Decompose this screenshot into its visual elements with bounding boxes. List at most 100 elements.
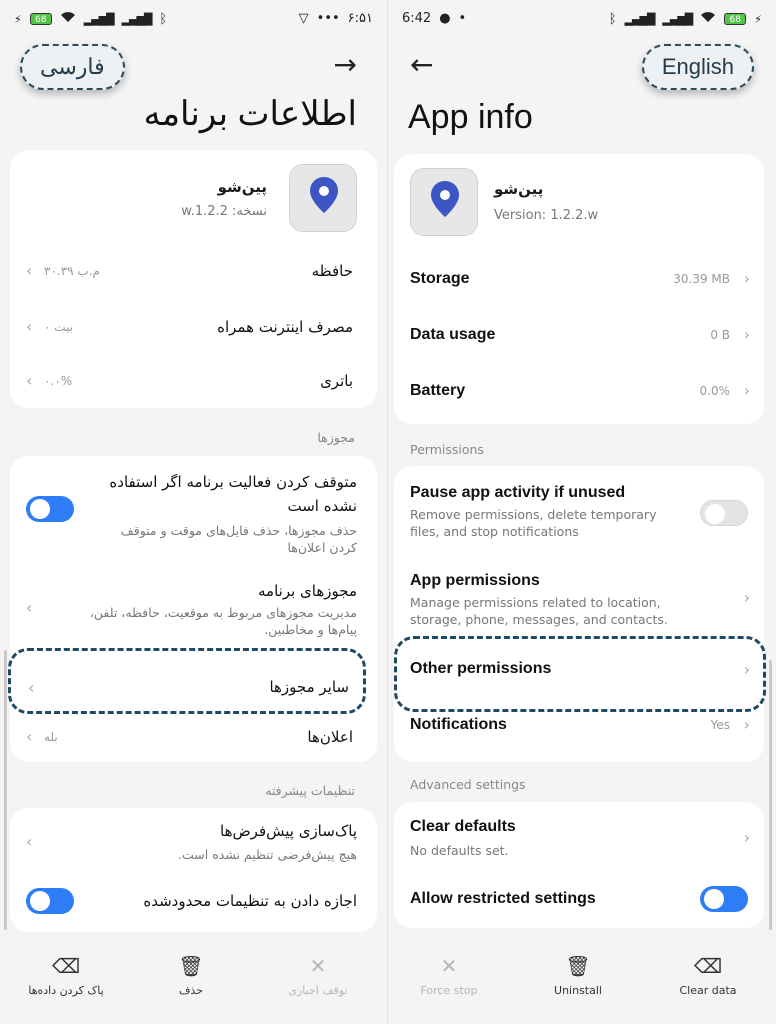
pause-activity-toggle[interactable] xyxy=(26,496,74,522)
app-icon xyxy=(410,168,478,236)
bottom-action-bar: ✕ Force stop 🗑 Uninstall ⌫ Clear data xyxy=(388,940,776,1024)
permissions-header: Permissions xyxy=(410,442,484,457)
battery-row[interactable]: Battery 0.0% › xyxy=(394,370,764,414)
data-usage-value: ۰ بیت xyxy=(44,320,74,334)
battery-label: Battery xyxy=(410,382,466,399)
restricted-settings-title: Allow restricted settings xyxy=(410,890,596,907)
app-permissions-title: مجوزهای برنامه xyxy=(258,582,357,600)
restricted-settings-toggle[interactable] xyxy=(26,888,74,914)
notifications-label: اعلان‌ها xyxy=(307,728,353,746)
wifi-icon xyxy=(60,11,76,27)
advanced-header: تنظیمات پیشرفته xyxy=(265,783,355,798)
uninstall-label: Uninstall xyxy=(554,984,602,997)
app-version: نسخه: w.1.2.2 xyxy=(181,204,267,219)
app-permissions-row[interactable]: مجوزهای برنامه مدیریت مجوزهای مربوط به م… xyxy=(10,578,377,646)
status-time: ۶:۵۱ xyxy=(347,11,373,26)
clear-defaults-row[interactable]: پاک‌سازی پیش‌فرض‌ها هیچ پیش‌فرضی تنظیم ن… xyxy=(10,820,377,870)
restricted-settings-row[interactable]: Allow restricted settings xyxy=(394,882,764,922)
clear-data-label: Clear data xyxy=(679,984,737,997)
storage-row[interactable]: Storage 30.39 MB › xyxy=(394,258,764,302)
pause-activity-title: متوقف کردن فعالیت برنامه اگر استفاده نشد… xyxy=(109,473,357,515)
battery-value: ۰.۰% xyxy=(44,374,73,388)
chevron-left-icon: ‹ xyxy=(26,598,33,617)
chevron-right-icon: › xyxy=(743,588,750,607)
uninstall-button[interactable]: 🗑 Uninstall xyxy=(528,954,628,997)
clear-defaults-subtitle: هیچ پیش‌فرضی تنظیم نشده است. xyxy=(178,847,357,862)
battery-value: 0.0% xyxy=(699,384,731,398)
highlight-other-permissions xyxy=(8,648,366,714)
notifications-value: Yes xyxy=(710,718,730,732)
notifications-row[interactable]: اعلان‌ها بله ‹ xyxy=(10,720,377,760)
restricted-settings-title: اجازه دادن به تنظیمات محدودشده xyxy=(143,892,357,910)
language-label-persian: فارسی xyxy=(20,44,125,90)
app-permissions-subtitle: Manage permissions related to location, … xyxy=(410,595,668,627)
charging-icon: ⚡ xyxy=(754,12,762,26)
chevron-right-icon: › xyxy=(743,269,750,288)
force-stop-button[interactable]: ✕ Force stop xyxy=(399,954,499,997)
uninstall-button[interactable]: 🗑 حذف xyxy=(141,954,241,997)
data-usage-row[interactable]: مصرف اینترنت همراه ۰ بیت ‹ xyxy=(10,306,377,350)
chevron-left-icon: ‹ xyxy=(26,832,33,851)
clear-defaults-row[interactable]: Clear defaults No defaults set. › xyxy=(394,816,764,866)
clear-data-button[interactable]: ⌫ پاک کردن داده‌ها xyxy=(16,954,116,997)
battery-row[interactable]: باتری ۰.۰% ‹ xyxy=(10,360,377,404)
app-version: Version: 1.2.2.w xyxy=(494,208,599,223)
advanced-card: Clear defaults No defaults set. › Allow … xyxy=(394,802,764,928)
back-arrow-icon[interactable]: ← xyxy=(410,48,433,81)
app-permissions-title: App permissions xyxy=(410,572,540,589)
permissions-card: متوقف کردن فعالیت برنامه اگر استفاده نشد… xyxy=(10,456,377,762)
app-info-card: پین‌شو Version: 1.2.2.w Storage 30.39 MB… xyxy=(394,154,764,424)
scrollbar[interactable] xyxy=(769,660,772,930)
pause-activity-row[interactable]: متوقف کردن فعالیت برنامه اگر استفاده نشد… xyxy=(10,466,377,558)
signal-icon: ▂▄▆█ xyxy=(624,12,656,26)
data-usage-row[interactable]: Data usage 0 B › xyxy=(394,314,764,358)
force-stop-button[interactable]: ✕ توقف اجباری xyxy=(268,954,368,997)
chevron-right-icon: › xyxy=(743,325,750,344)
data-usage-label: مصرف اینترنت همراه xyxy=(217,318,353,336)
clear-defaults-subtitle: No defaults set. xyxy=(410,843,509,858)
clear-data-button[interactable]: ⌫ Clear data xyxy=(658,954,758,997)
chevron-left-icon: ‹ xyxy=(26,261,33,280)
close-icon: ✕ xyxy=(440,954,458,978)
chevron-left-icon: ‹ xyxy=(26,727,33,746)
uninstall-label: حذف xyxy=(179,984,203,997)
bottom-action-bar: ⌫ پاک کردن داده‌ها 🗑 حذف ✕ توقف اجباری xyxy=(0,940,387,1024)
notifications-row[interactable]: Notifications Yes › xyxy=(394,708,764,748)
permissions-card: Pause app activity if unused Remove perm… xyxy=(394,466,764,762)
signal-icon-2: ▂▄▆█ xyxy=(121,12,153,26)
scrollbar[interactable] xyxy=(4,650,7,930)
charging-icon: ⚡ xyxy=(14,12,22,26)
restricted-settings-toggle[interactable] xyxy=(700,886,748,912)
location-pin-icon xyxy=(310,177,338,213)
app-info-card: پین‌شو نسخه: w.1.2.2 حافظه ۳۰.۳۹ م.ب ‹ م… xyxy=(10,150,377,408)
storage-value: 30.39 MB xyxy=(673,272,730,286)
signal-icon: ▂▄▆█ xyxy=(83,12,115,26)
status-time: 6:42 xyxy=(402,11,432,26)
eraser-icon: ⌫ xyxy=(51,954,81,978)
storage-row[interactable]: حافظه ۳۰.۳۹ م.ب ‹ xyxy=(10,250,377,294)
restricted-settings-row[interactable]: اجازه دادن به تنظیمات محدودشده xyxy=(10,882,377,922)
app-icon xyxy=(289,164,357,232)
app-name: پین‌شو xyxy=(217,178,267,196)
notifications-value: بله xyxy=(44,730,58,744)
persian-panel: ⚡ 68 ▂▄▆█ ▂▄▆█ ᛒ ▽ ••• ۶:۵۱ فارسی → اطلا… xyxy=(0,0,388,1024)
pause-activity-toggle[interactable] xyxy=(700,500,748,526)
back-arrow-icon[interactable]: → xyxy=(334,48,357,81)
highlight-other-permissions xyxy=(394,636,766,712)
clear-defaults-title: Clear defaults xyxy=(410,818,516,835)
vpn-icon: ▽ xyxy=(298,11,309,26)
page-title: App info xyxy=(408,98,533,136)
app-permissions-row[interactable]: App permissions Manage permissions relat… xyxy=(394,568,764,634)
status-bar: ⚡ 68 ▂▄▆█ ▂▄▆█ ᛒ ▽ ••• ۶:۵۱ xyxy=(0,0,387,38)
data-usage-label: Data usage xyxy=(410,326,496,343)
pause-activity-row[interactable]: Pause app activity if unused Remove perm… xyxy=(394,480,764,546)
permissions-header: مجوزها xyxy=(317,430,355,445)
storage-label: حافظه xyxy=(311,262,353,280)
clear-defaults-title: پاک‌سازی پیش‌فرض‌ها xyxy=(220,822,357,840)
location-pin-icon xyxy=(431,181,459,217)
clear-data-label: پاک کردن داده‌ها xyxy=(28,984,104,997)
advanced-card: پاک‌سازی پیش‌فرض‌ها هیچ پیش‌فرضی تنظیم ن… xyxy=(10,808,377,932)
status-bar: 6:42 ● • ᛒ ▂▄▆█ ▂▄▆█ 68 ⚡ xyxy=(388,0,776,38)
chevron-right-icon: › xyxy=(743,381,750,400)
signal-icon-2: ▂▄▆█ xyxy=(662,12,693,26)
